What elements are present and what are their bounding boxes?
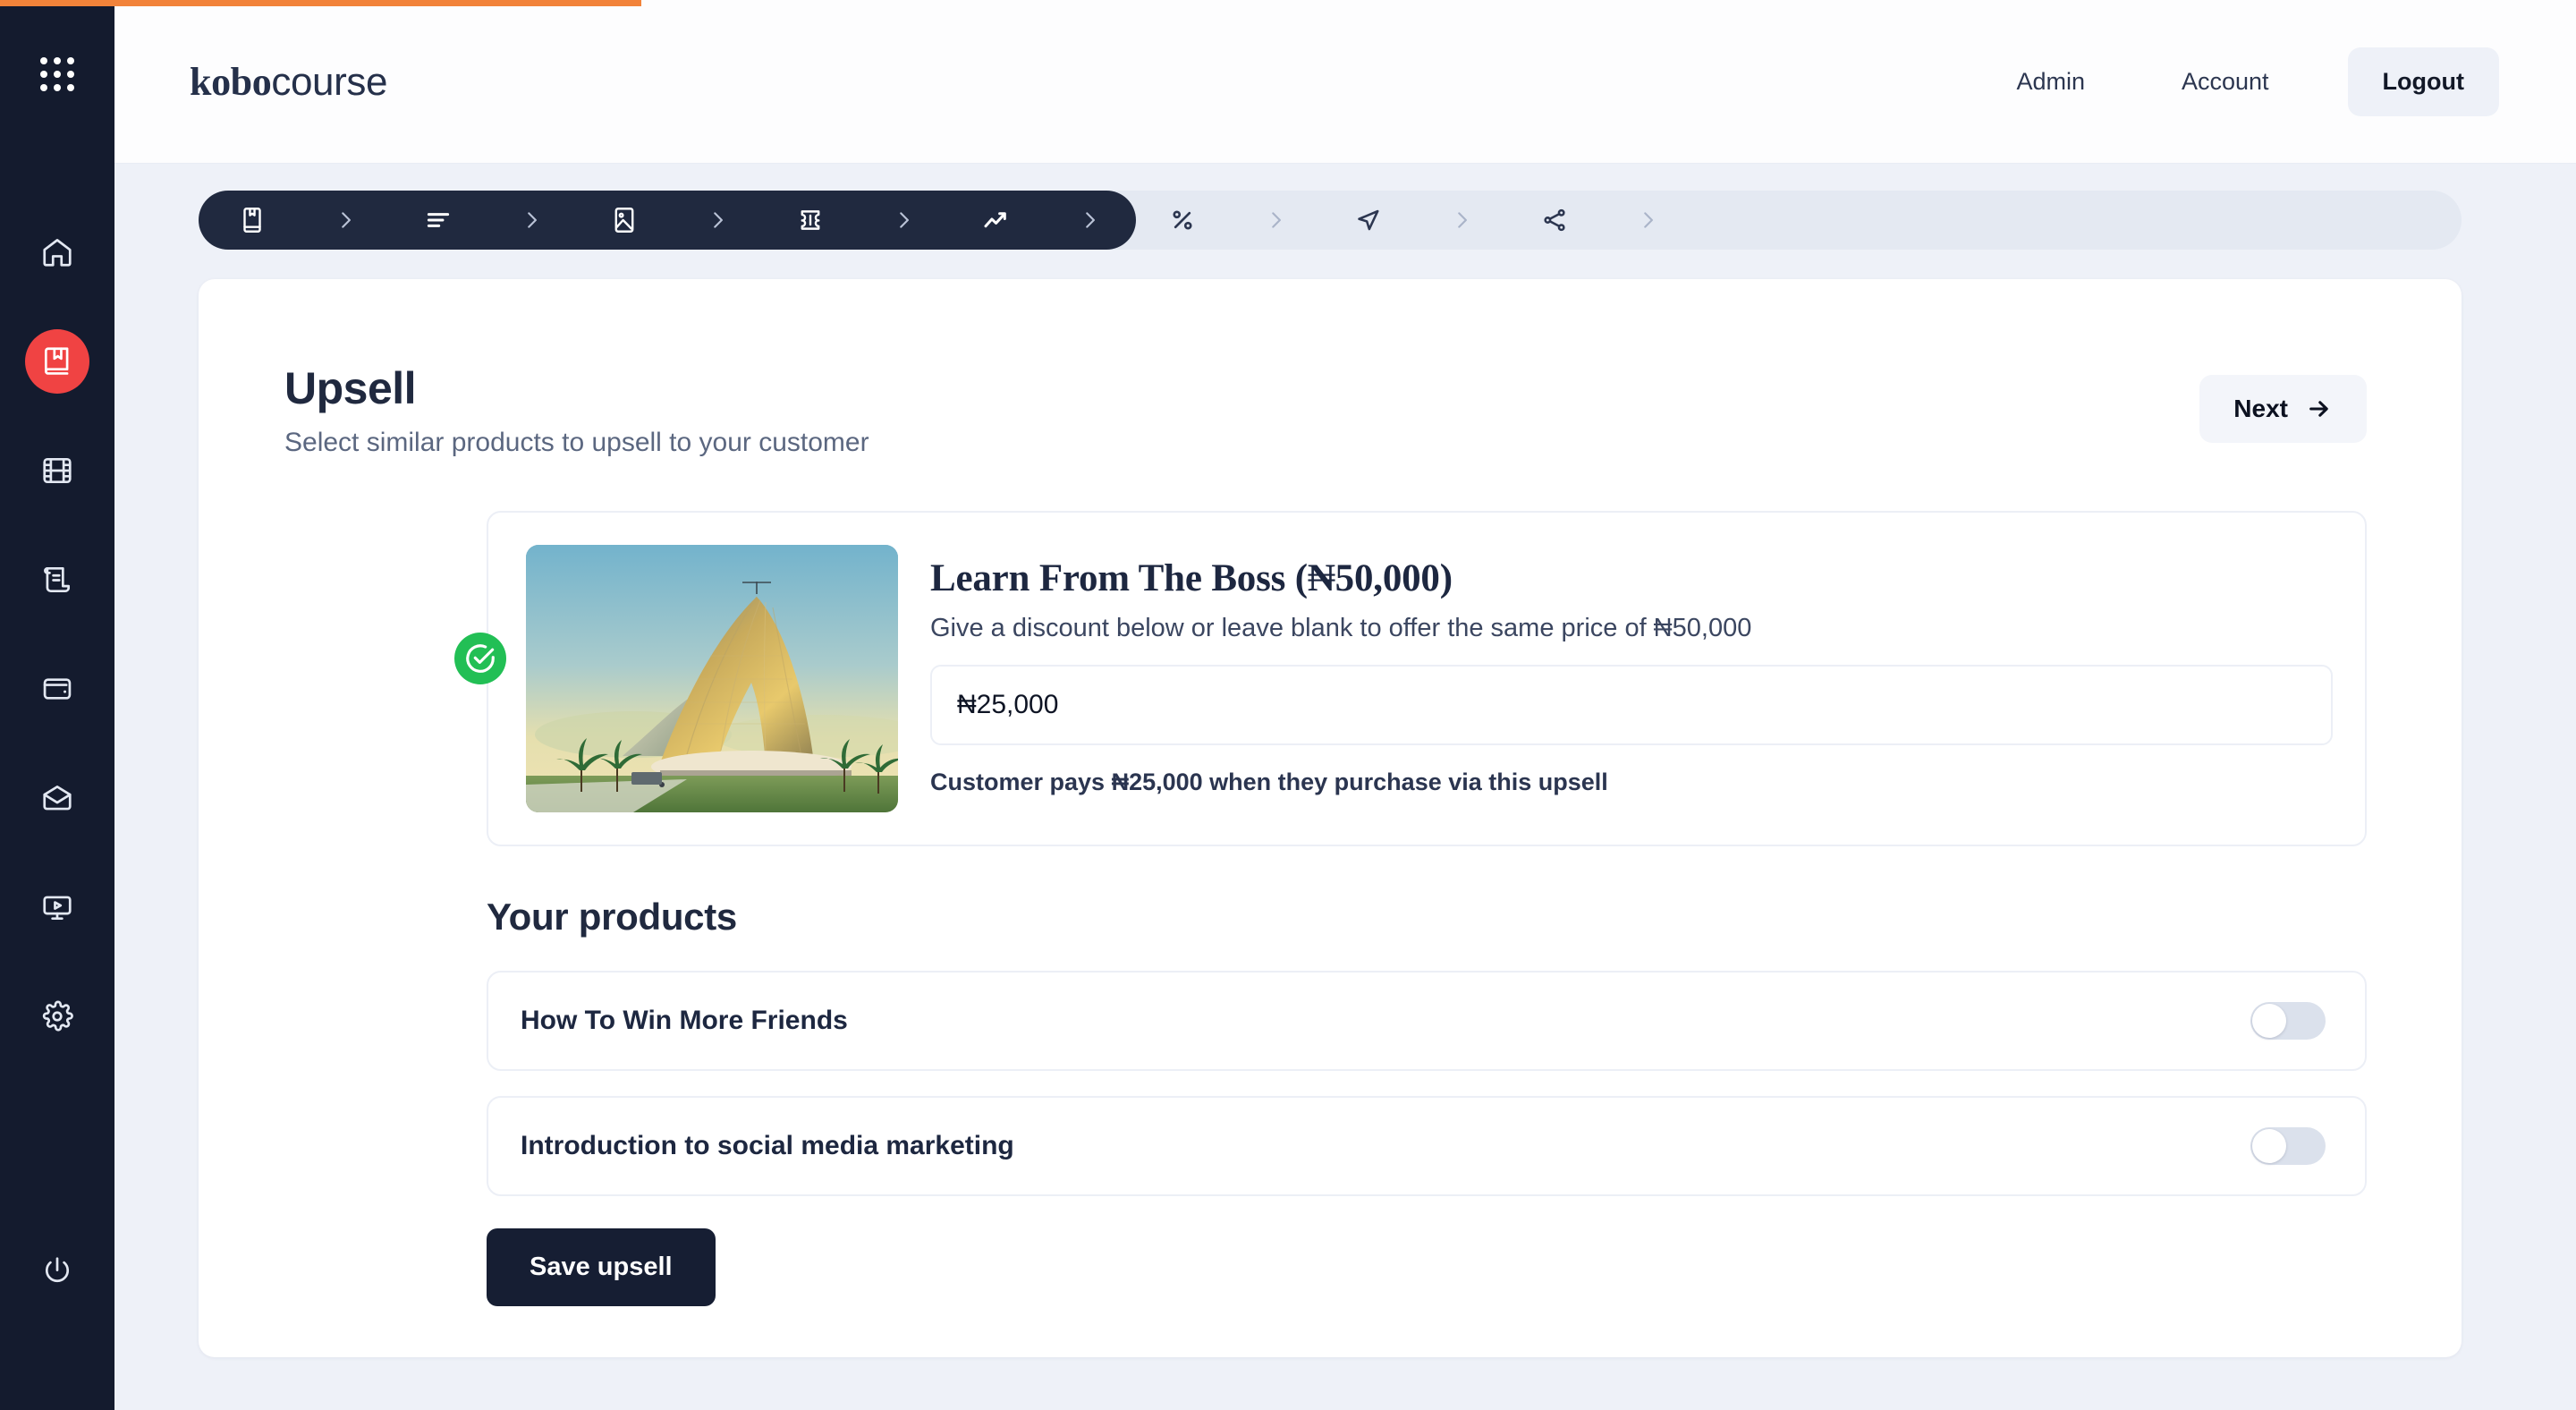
- brand-logo-light: course: [271, 59, 388, 104]
- step-pricing[interactable]: [764, 205, 857, 235]
- step-separator: [1229, 208, 1322, 232]
- product-name: Introduction to social media marketing: [521, 1131, 1014, 1160]
- selected-upsell-card[interactable]: Learn From The Boss (₦50,000) Give a dis…: [487, 511, 2367, 846]
- upsell-details: Learn From The Boss (₦50,000) Give a dis…: [930, 545, 2333, 812]
- upsell-product-title: Learn From The Boss (₦50,000): [930, 557, 1453, 599]
- step-separator: [1415, 208, 1508, 232]
- monitor-play-icon: [43, 896, 72, 921]
- chevron-right-icon: [714, 212, 723, 228]
- send-icon: [1358, 209, 1379, 231]
- step-details[interactable]: [206, 205, 299, 235]
- selected-toggle-badge[interactable]: [454, 633, 506, 684]
- sidebar-item-wallet[interactable]: [25, 657, 89, 721]
- page-subtitle: Select similar products to upsell to you…: [284, 428, 869, 457]
- sidebar-item-orders[interactable]: [25, 548, 89, 612]
- book-icon: [44, 347, 69, 375]
- next-button-label: Next: [2233, 395, 2288, 422]
- brand-logo-bold: kobo: [190, 59, 272, 104]
- product-thumbnail: [526, 545, 898, 812]
- step-separator: [857, 208, 950, 232]
- sidebar-item-home[interactable]: [25, 220, 89, 285]
- apps-grid-dots: [40, 57, 74, 91]
- step-separator: [1601, 208, 1694, 232]
- ticket-icon: [801, 210, 820, 230]
- sidebar-item-settings[interactable]: [25, 984, 89, 1049]
- apps-grid-icon[interactable]: [35, 52, 80, 97]
- sidebar-item-messages[interactable]: [25, 766, 89, 830]
- sidebar-nav-list: [25, 220, 89, 1049]
- gear-icon: [42, 1000, 73, 1032]
- step-discount[interactable]: [1136, 205, 1229, 235]
- chevron-right-icon: [1086, 212, 1095, 228]
- home-icon: [43, 239, 72, 267]
- step-separator: [1043, 208, 1136, 232]
- product-name: How To Win More Friends: [521, 1006, 848, 1035]
- image-icon: [614, 208, 634, 233]
- sidebar-item-webinars[interactable]: [25, 875, 89, 939]
- steps-completed-group: [199, 191, 1136, 250]
- save-upsell-button[interactable]: Save upsell: [487, 1228, 716, 1306]
- steps-upcoming-group: [1106, 191, 2462, 250]
- page-title: Upsell: [284, 363, 417, 413]
- percent-icon: [1173, 210, 1192, 230]
- next-button[interactable]: Next: [2199, 375, 2367, 443]
- check-circle-icon: [466, 644, 495, 673]
- sidebar-item-logout-power[interactable]: [25, 1238, 89, 1303]
- step-separator: [671, 208, 764, 232]
- header-nav: Admin Account Logout: [1968, 47, 2499, 116]
- chevron-right-icon: [1644, 212, 1653, 228]
- panel-heading-block: Upsell Select similar products to upsell…: [284, 364, 869, 458]
- trending-up-icon: [984, 212, 1006, 228]
- top-header: kobocourse Admin Account Logout: [114, 0, 2576, 164]
- upsell-panel: Upsell Select similar products to upsell…: [199, 279, 2462, 1357]
- product-thumbnail-art: [526, 545, 898, 812]
- product-toggle[interactable]: [2250, 1002, 2326, 1040]
- align-lines-icon: [427, 213, 450, 227]
- chevron-right-icon: [342, 212, 351, 228]
- upsell-note: Customer pays ₦25,000 when they purchase…: [930, 769, 1608, 796]
- left-sidebar: [0, 0, 114, 1410]
- scroll-icon: [44, 566, 71, 593]
- book-bookmark-icon: [243, 208, 261, 233]
- product-row[interactable]: Introduction to social media marketing: [487, 1096, 2367, 1196]
- step-separator: [485, 208, 578, 232]
- header-link-admin[interactable]: Admin: [1968, 68, 2133, 96]
- top-progress-accent: [0, 0, 641, 6]
- step-upsell[interactable]: [950, 204, 1043, 236]
- step-progress-bar: [199, 191, 2462, 250]
- step-cover[interactable]: [578, 205, 671, 235]
- chevron-right-icon: [1272, 212, 1281, 228]
- power-icon: [45, 1257, 70, 1283]
- your-products-heading: Your products: [487, 896, 737, 938]
- film-icon: [43, 457, 72, 484]
- wallet-icon: [43, 678, 72, 700]
- share-icon: [1544, 208, 1565, 232]
- step-separator: [299, 208, 392, 232]
- arrow-right-icon: [2309, 401, 2328, 417]
- brand-logo[interactable]: kobocourse: [190, 59, 387, 105]
- sidebar-item-media[interactable]: [25, 438, 89, 503]
- upsell-product-description: Give a discount below or leave blank to …: [930, 614, 1752, 643]
- selected-upsell-card-wrapper: Learn From The Boss (₦50,000) Give a dis…: [454, 511, 2367, 846]
- header-link-account[interactable]: Account: [2133, 68, 2318, 96]
- product-list: How To Win More Friends Introduction to …: [487, 971, 2367, 1196]
- step-publish[interactable]: [1322, 205, 1415, 235]
- step-share[interactable]: [1508, 205, 1601, 235]
- chevron-right-icon: [528, 212, 537, 228]
- sidebar-item-courses[interactable]: [25, 329, 89, 394]
- product-row[interactable]: How To Win More Friends: [487, 971, 2367, 1071]
- discount-price-input[interactable]: [930, 665, 2333, 746]
- chevron-right-icon: [1458, 212, 1467, 228]
- logout-button[interactable]: Logout: [2347, 47, 2499, 116]
- step-description[interactable]: [392, 205, 485, 235]
- panel-header: Upsell Select similar products to upsell…: [199, 279, 2462, 458]
- product-toggle[interactable]: [2250, 1127, 2326, 1165]
- chevron-right-icon: [900, 212, 909, 228]
- envelope-icon: [43, 785, 72, 811]
